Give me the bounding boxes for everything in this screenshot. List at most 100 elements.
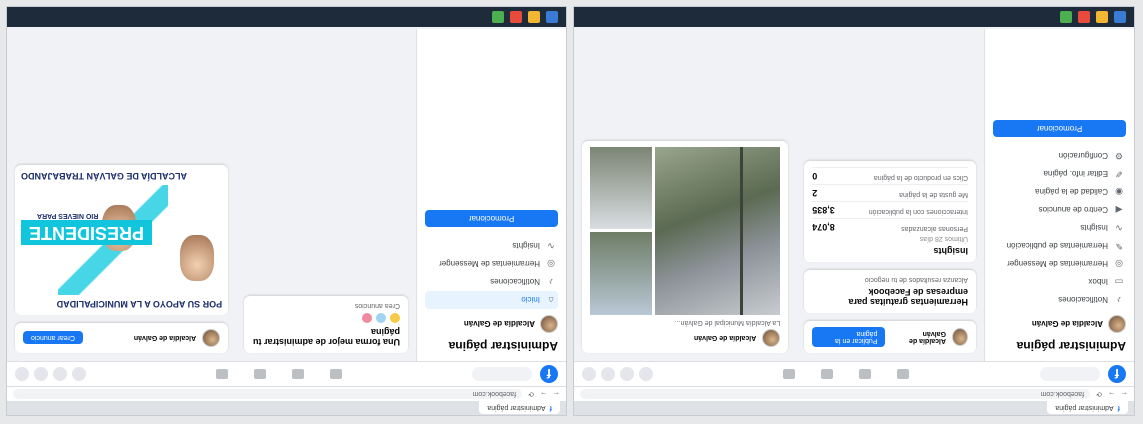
app-icon[interactable] [1078, 11, 1090, 23]
manage-page-sidebar: Administrar página Alcaldía de Galván ♪ N… [984, 29, 1134, 361]
url-field[interactable]: facebook.com [13, 389, 523, 399]
sidebar-item-inbox[interactable]: ▭ Inbox [993, 273, 1126, 291]
insights-row[interactable]: Personas alcanzadas 8,074 [812, 218, 968, 235]
messenger-icon[interactable] [53, 367, 67, 381]
browser-tab[interactable]: f Administrar página [1047, 401, 1128, 415]
url-field[interactable]: facebook.com [580, 389, 1091, 399]
folder-icon[interactable] [528, 11, 540, 23]
app-icon[interactable] [510, 11, 522, 23]
sidebar-item-label: Inbox [1088, 277, 1108, 287]
bell-icon[interactable] [34, 367, 48, 381]
insights-row[interactable]: Interacciones con la publicación 3,835 [812, 201, 968, 218]
browser-tab[interactable]: f Administrar página [479, 401, 560, 415]
avatar[interactable] [582, 367, 596, 381]
avatar[interactable] [15, 367, 29, 381]
groups-icon[interactable] [783, 369, 796, 379]
tab-label: Administrar página [487, 404, 546, 412]
page-main-column: Una forma mejor de administrar tu página… [236, 29, 416, 361]
post-photo-grid[interactable] [590, 147, 781, 315]
manage-page-sidebar: Administrar página Alcaldía de Galván ⌂ I… [416, 29, 566, 361]
gear-icon: ⚙ [1114, 151, 1124, 161]
page-avatar [762, 329, 781, 347]
sidebar-item-messenger-tools[interactable]: ◎ Herramientas de Messenger [425, 255, 558, 273]
metric-value: 2 [812, 188, 818, 198]
pen-icon: ✎ [1115, 241, 1123, 251]
edit-icon: ✐ [1115, 169, 1123, 179]
browser-tab-bar: f Administrar página [574, 401, 1134, 415]
post-photo-main[interactable] [655, 147, 781, 315]
forward-icon[interactable]: → [1108, 391, 1115, 398]
rotated-photo-of-two-screens: f Administrar página ← → ⟳ facebook.com … [0, 0, 1143, 424]
sidebar-item-notifications[interactable]: ♪ Notificaciones [425, 273, 558, 291]
facebook-logo-icon[interactable]: f [1108, 365, 1126, 383]
illustration-icon [376, 313, 386, 323]
header-actions [582, 367, 653, 381]
page-avatar [951, 328, 968, 346]
menu-icon[interactable] [639, 367, 653, 381]
page-switcher[interactable]: Alcaldía de Galván [425, 315, 558, 333]
promote-button[interactable]: Promocionar [993, 120, 1126, 137]
menu-icon[interactable] [72, 367, 86, 381]
publish-button[interactable]: Publicar en la página [812, 327, 886, 347]
home-icon[interactable] [330, 369, 342, 379]
page-switcher[interactable]: Alcaldía de Galván [993, 315, 1126, 333]
back-icon[interactable]: ← [1121, 391, 1128, 398]
sidebar-item-page-quality[interactable]: ◉ Calidad de la página [993, 183, 1126, 201]
tab-label: Administrar página [1055, 404, 1114, 412]
reload-icon[interactable]: ⟳ [1096, 390, 1102, 398]
forward-icon[interactable]: → [540, 391, 547, 398]
marketplace-icon[interactable] [821, 369, 834, 379]
metric-value: 3,835 [812, 205, 835, 215]
search-input[interactable] [1040, 367, 1100, 381]
insights-card: Insights Últimos 28 días Personas alcanz… [804, 161, 976, 262]
url-text: facebook.com [1040, 390, 1085, 398]
post-author: Alcaldía de Galván [909, 330, 946, 344]
app-icon[interactable] [1060, 11, 1072, 23]
post-photo-secondary[interactable] [590, 232, 653, 315]
sidebar-item-messenger-tools[interactable]: ◎ Herramientas de Messenger [993, 255, 1126, 273]
sidebar-item-label: Insights [512, 241, 540, 251]
sidebar-item-label: Insights [1080, 223, 1108, 233]
tools-card-text: Alcanza resultados de tu negocio [864, 276, 968, 283]
post-photo-tertiary[interactable] [590, 147, 653, 230]
metric-label: Me gusta de la página [899, 191, 968, 198]
messenger-icon[interactable] [620, 367, 634, 381]
feed-column: Alcaldía de Galván Crear anuncio POR SU … [7, 29, 236, 361]
metric-label: Clics en producto de la página [873, 174, 968, 181]
facebook-header: f [574, 361, 1134, 386]
search-input[interactable] [472, 367, 532, 381]
marketplace-icon[interactable] [254, 369, 266, 379]
start-icon[interactable] [1114, 11, 1126, 23]
sidebar-item-settings[interactable]: ⚙ Configuración [993, 147, 1126, 165]
sidebar-item-notifications[interactable]: ♪ Notificaciones [993, 291, 1126, 309]
campaign-poster-image[interactable]: POR SU APOYO A LA MUNICIPALIDAD PRESIDEN… [15, 165, 229, 315]
facebook-nav [661, 369, 1032, 379]
video-icon[interactable] [292, 369, 304, 379]
promote-button[interactable]: Promocionar [425, 210, 558, 227]
app-icon[interactable] [492, 11, 504, 23]
back-icon[interactable]: ← [553, 391, 560, 398]
bell-icon[interactable] [601, 367, 615, 381]
address-bar-row: ← → ⟳ facebook.com [7, 386, 566, 401]
messenger-icon: ◎ [547, 259, 555, 269]
reload-icon[interactable]: ⟳ [528, 390, 534, 398]
sidebar-item-ad-center[interactable]: ◀ Centro de anuncios [993, 201, 1126, 219]
folder-icon[interactable] [1096, 11, 1108, 23]
facebook-logo-icon[interactable]: f [540, 365, 558, 383]
insights-row[interactable]: Me gusta de la página 2 [812, 184, 968, 201]
sidebar-item-label: Editar info. página [1043, 169, 1109, 179]
sidebar-item-publishing-tools[interactable]: ✎ Herramientas de publicación [993, 237, 1126, 255]
facebook-icon: f [1117, 404, 1120, 412]
home-icon[interactable] [897, 369, 910, 379]
sidebar-item-insights[interactable]: ∿ Insights [993, 219, 1126, 237]
video-icon[interactable] [859, 369, 872, 379]
start-icon[interactable] [546, 11, 558, 23]
poster-band: PRESIDENTE [21, 220, 153, 245]
sidebar-item-edit-page-info[interactable]: ✐ Editar info. página [993, 165, 1126, 183]
sidebar-item-home[interactable]: ⌂ Inicio [425, 291, 558, 309]
sidebar-item-label: Notificaciones [490, 277, 540, 287]
insights-row[interactable]: Clics en producto de la página 0 [812, 167, 968, 184]
create-ad-button[interactable]: Crear anuncio [23, 331, 83, 345]
sidebar-item-insights[interactable]: ∿ Insights [425, 237, 558, 255]
groups-icon[interactable] [216, 369, 228, 379]
